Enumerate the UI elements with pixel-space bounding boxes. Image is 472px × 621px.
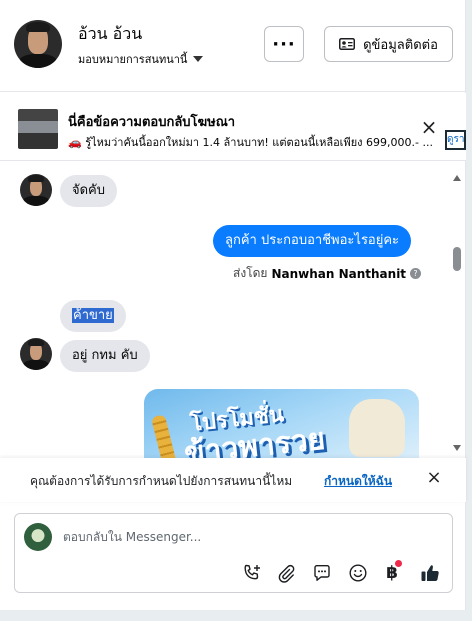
scrollbar-thumb[interactable] xyxy=(453,247,461,271)
wheat-graphic xyxy=(150,414,180,458)
contact-avatar-small[interactable] xyxy=(20,174,52,206)
outgoing-message[interactable]: ลูกค้า ประกอบอาชีพอะไรอยู่คะ xyxy=(213,225,412,257)
incoming-message[interactable]: อยู่ กทม คับ xyxy=(60,340,150,372)
ad-thumbnail[interactable] xyxy=(18,109,58,149)
conversation-header: อ้วน อ้วน มอบหมายการสนทนานี้ ··· ดูข้อมู… xyxy=(0,0,466,92)
saved-reply-icon[interactable] xyxy=(311,562,333,584)
inbox-conversation-panel: อ้วน อ้วน มอบหมายการสนทนานี้ ··· ดูข้อมู… xyxy=(0,0,466,610)
view-contact-info-button[interactable]: ดูข้อมูลติดต่อ xyxy=(324,26,453,62)
selected-text: ค้าขาย xyxy=(72,308,114,323)
contact-info-label: ดูข้อมูลติดต่อ xyxy=(363,37,438,53)
assign-prompt-text: คุณต้องการได้รับการกำหนดไปยังการสนทนานี้… xyxy=(30,474,293,488)
caret-down-icon xyxy=(193,56,204,62)
scroll-up-icon[interactable] xyxy=(453,175,461,181)
assign-label: มอบหมายการสนทนานี้ xyxy=(78,53,188,66)
close-icon[interactable]: × xyxy=(424,468,444,488)
reply-input[interactable] xyxy=(63,526,433,548)
emoji-icon[interactable] xyxy=(347,562,369,584)
sent-by-label: ส่งโดย Nanwhan Nanthanit ? xyxy=(233,264,422,283)
notification-dot xyxy=(395,560,402,567)
assign-to-me-link[interactable]: กำหนดให้ฉัน xyxy=(324,472,392,491)
view-ad-link[interactable]: ดูรา xyxy=(445,130,466,150)
ad-banner-text: 🚗 รู้ไหมว่าคันนี้ออกใหม่มา 1.4 ล้านบาท! … xyxy=(68,136,433,149)
incoming-message[interactable]: ค้าขาย xyxy=(60,300,126,332)
baht-icon[interactable]: ฿ xyxy=(381,560,403,584)
sender-name: Nanwhan Nanthanit xyxy=(271,266,407,281)
call-add-icon[interactable] xyxy=(241,562,263,584)
contact-avatar[interactable] xyxy=(14,20,62,68)
reply-composer: ฿ xyxy=(14,513,453,593)
more-options-button[interactable]: ··· xyxy=(264,26,304,62)
contact-avatar-small[interactable] xyxy=(20,338,52,370)
thread-scrollbar[interactable] xyxy=(453,175,462,455)
contact-name[interactable]: อ้วน อ้วน xyxy=(78,22,142,47)
scroll-down-icon[interactable] xyxy=(453,445,461,451)
message-thread: จัดคับ ลูกค้า ประกอบอาชีพอะไรอยู่คะ ส่งโ… xyxy=(0,162,466,458)
incoming-message[interactable]: จัดคับ xyxy=(60,175,118,207)
ad-banner-title: นี่คือข้อความตอบกลับโฆษณา xyxy=(68,115,236,130)
help-icon[interactable]: ? xyxy=(410,268,422,279)
rice-sack-graphic xyxy=(349,399,405,457)
close-icon[interactable]: × xyxy=(420,117,438,137)
assign-prompt-bar: คุณต้องการได้รับการกำหนดไปยังการสนทนานี้… xyxy=(0,458,466,502)
promo-image-message[interactable]: โปรโมชั่น ข้าวพารวย xyxy=(144,389,419,458)
assign-conversation-dropdown[interactable]: มอบหมายการสนทนานี้ xyxy=(78,50,204,68)
contact-card-icon xyxy=(339,38,356,50)
sent-by-prefix: ส่งโดย xyxy=(233,266,268,280)
ad-reply-banner: นี่คือข้อความตอบกลับโฆษณา 🚗 รู้ไหมว่าคัน… xyxy=(0,93,466,161)
page-logo-avatar xyxy=(24,523,52,551)
attachment-icon[interactable] xyxy=(275,562,297,584)
like-icon[interactable] xyxy=(419,562,441,584)
